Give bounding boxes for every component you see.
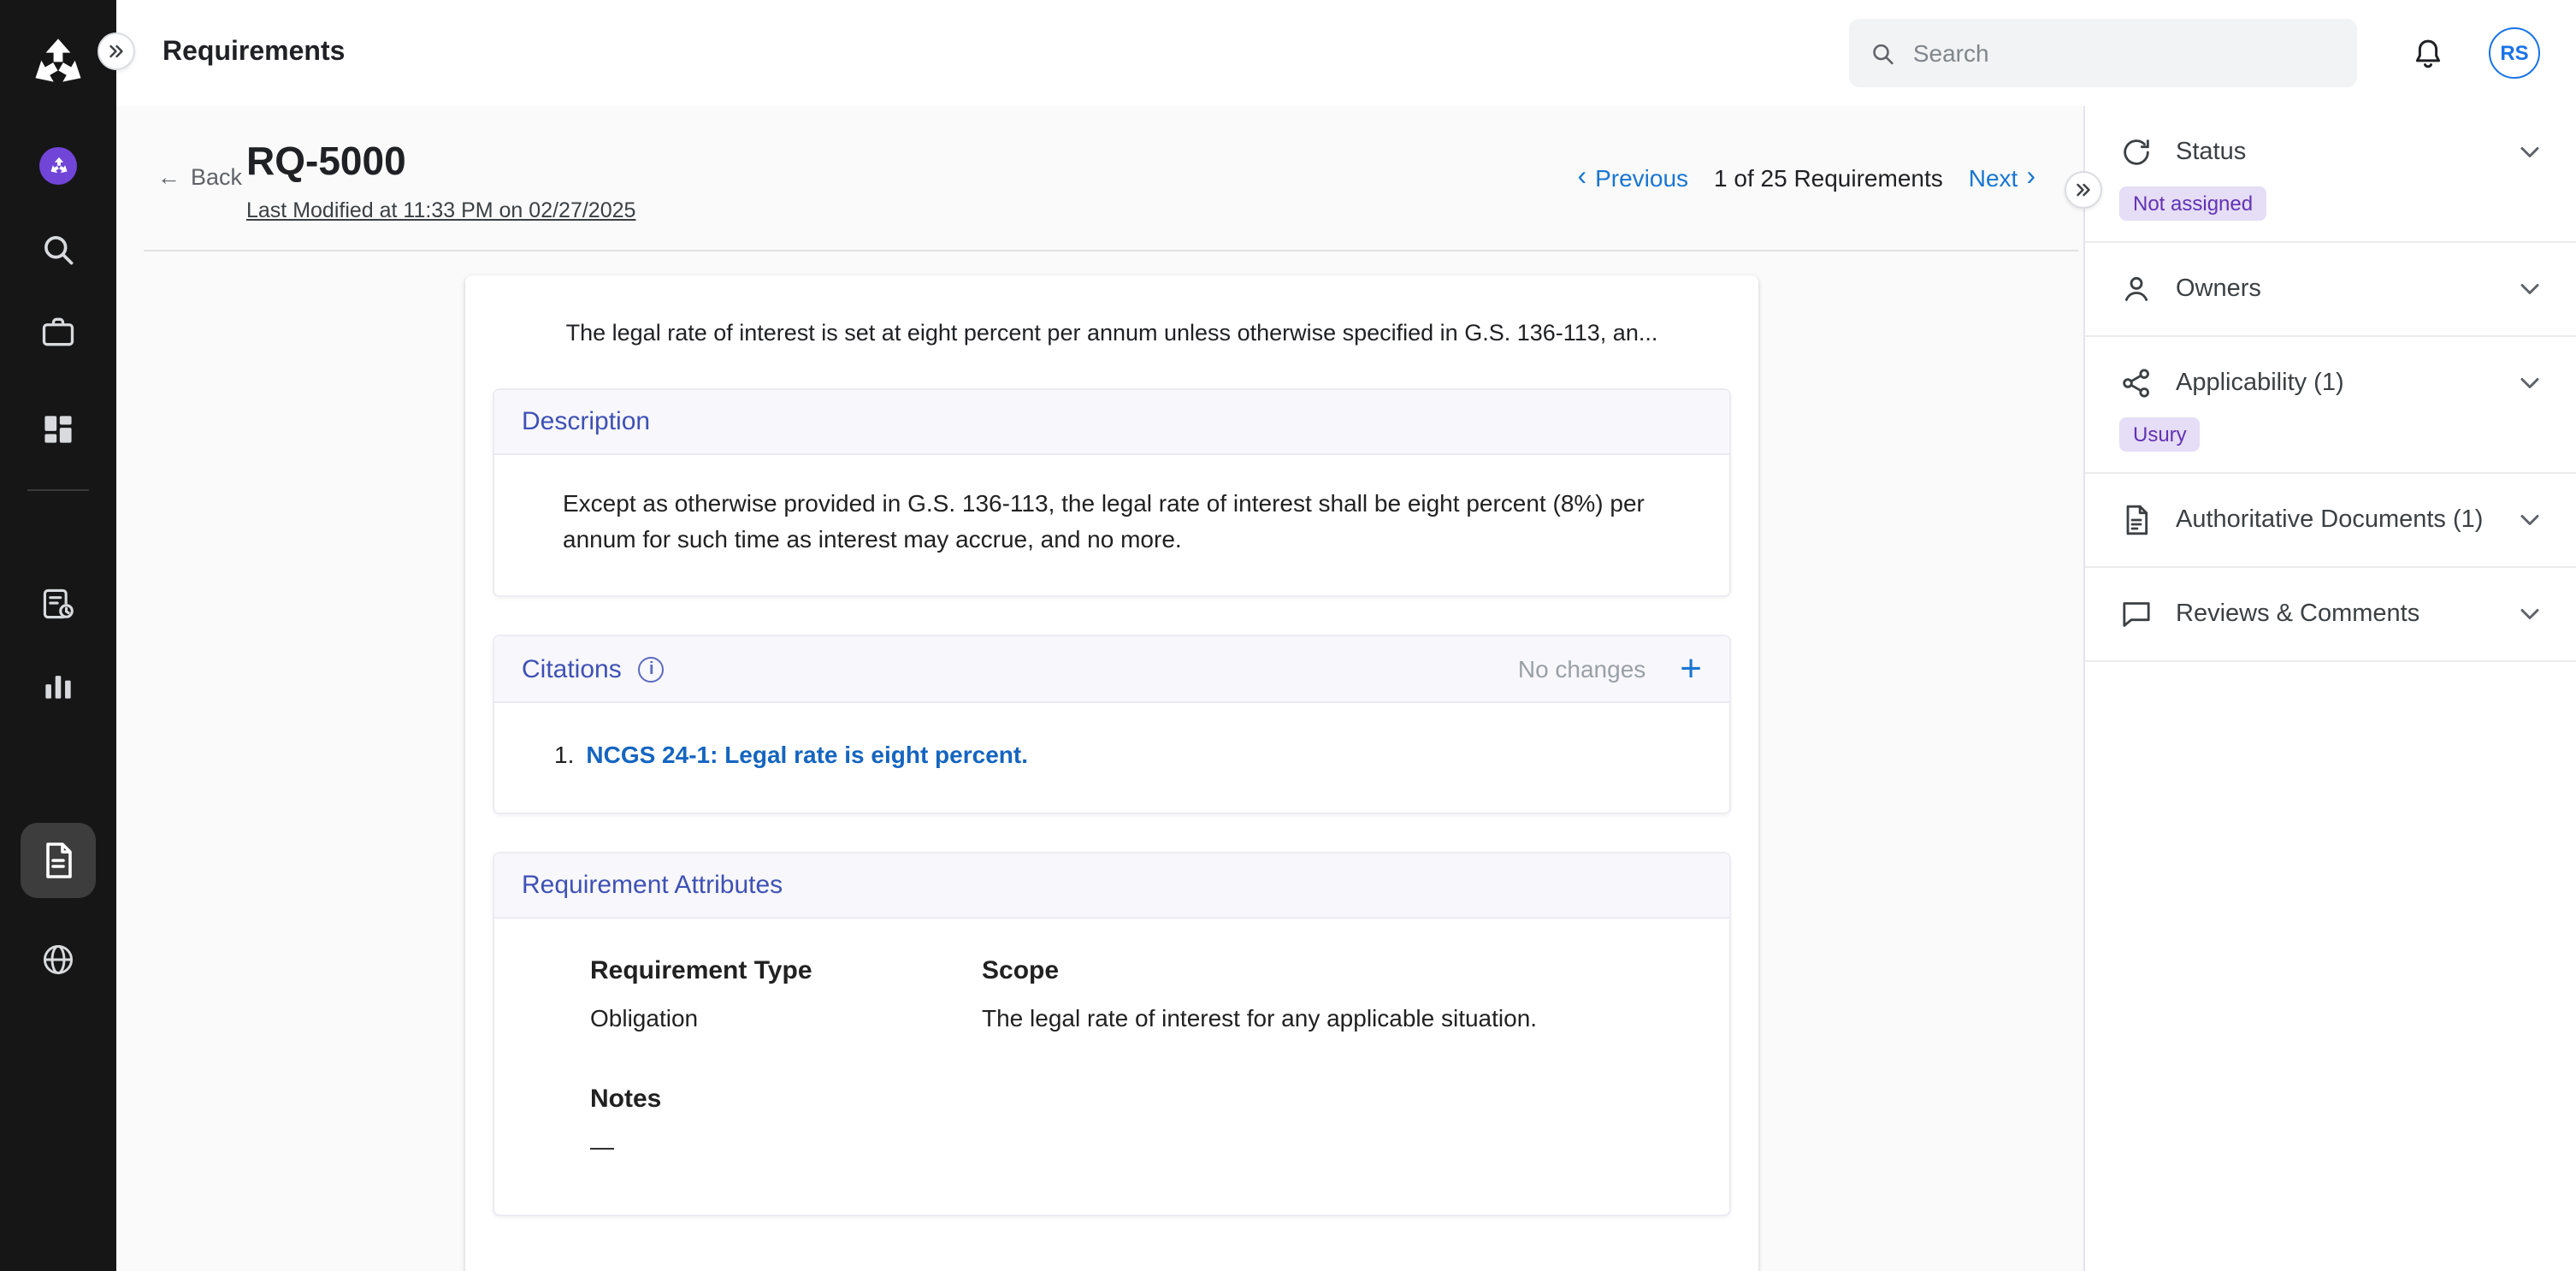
panel-section-header[interactable]: Applicability (1) [2119, 366, 2545, 400]
workspace-badge-icon[interactable] [39, 147, 77, 185]
info-icon[interactable]: i [639, 656, 665, 682]
attribute-value: Obligation [590, 1002, 982, 1036]
attributes-row: Requirement Type Obligation Scope The le… [590, 956, 1654, 1036]
page-title: Requirements [162, 38, 345, 68]
citations-heading: Citations [522, 654, 622, 683]
citation-number: 1. [554, 741, 574, 768]
description-section: Description Except as otherwise provided… [493, 388, 1731, 597]
panel-section-owners[interactable]: Owners [2085, 243, 2576, 337]
citations-section-header: Citations i No changes + [494, 636, 1729, 703]
chevron-down-icon[interactable] [2514, 505, 2545, 535]
status-badge: Not assigned [2119, 186, 2266, 221]
attribute-label: Scope [982, 956, 1537, 985]
attribute-value: — [590, 1130, 1654, 1163]
record-header: ← Back RQ-5000 Last Modified at 11:33 PM… [116, 106, 2083, 251]
attribute-label: Notes [590, 1084, 1654, 1113]
last-modified-link[interactable]: Last Modified at 11:33 PM on 02/27/2025 [246, 198, 635, 222]
chevron-right-icon: › [2026, 164, 2035, 192]
detail-side-panel: Status Not assigned Owners [2083, 106, 2576, 1271]
attributes-section: Requirement Attributes Requirement Type … [493, 852, 1731, 1216]
next-label: Next [1969, 164, 2018, 192]
description-heading: Description [522, 407, 650, 436]
panel-section-authoritative-documents[interactable]: Authoritative Documents (1) [2085, 474, 2576, 568]
pagination-count: 1 of 25 Requirements [1714, 164, 1943, 192]
search-input[interactable] [1913, 39, 2337, 67]
attribute-scope: Scope The legal rate of interest for any… [982, 956, 1537, 1036]
notifications-bell-icon[interactable] [2410, 35, 2446, 71]
attribute-requirement-type: Requirement Type Obligation [590, 956, 982, 1036]
requirement-card: The legal rate of interest is set at eig… [465, 275, 1758, 1271]
panel-section-label: Authoritative Documents (1) [2176, 506, 2514, 534]
attribute-label: Requirement Type [590, 956, 982, 985]
status-icon [2119, 135, 2154, 169]
citation-link[interactable]: NCGS 24-1: Legal rate is eight percent. [586, 741, 1028, 768]
attribute-value: The legal rate of interest for any appli… [982, 1002, 1537, 1036]
sidebar-divider [27, 489, 89, 491]
chevron-down-icon[interactable] [2514, 137, 2545, 168]
brand-logo[interactable] [24, 31, 92, 99]
panel-section-label: Applicability (1) [2176, 369, 2514, 397]
document-icon [2119, 503, 2154, 537]
panel-section-status[interactable]: Status Not assigned [2085, 106, 2576, 243]
record-id-title: RQ-5000 [246, 139, 406, 185]
header-divider [144, 250, 2078, 251]
attributes-section-header: Requirement Attributes [494, 854, 1729, 919]
no-changes-label: No changes [1518, 655, 1645, 683]
app-window: Requirements RS ← Back RQ-5000 Last Modi… [0, 0, 2576, 1271]
citations-header-actions: No changes + [1518, 653, 1702, 684]
sidebar-item-requirements-active[interactable] [21, 823, 96, 898]
double-chevron-right-icon [2073, 180, 2094, 200]
next-button[interactable]: Next › [1969, 164, 2035, 192]
panel-section-header[interactable]: Status [2119, 135, 2545, 169]
applicability-badge: Usury [2119, 417, 2201, 452]
records-clock-icon[interactable] [38, 583, 79, 624]
sidebar-search-icon[interactable] [38, 229, 79, 270]
description-body: Except as otherwise provided in G.S. 136… [494, 455, 1729, 595]
applicability-share-icon [2119, 366, 2154, 400]
attribute-notes: Notes — [590, 1084, 1654, 1163]
citations-section: Citations i No changes + 1. NCGS 24-1: L… [493, 635, 1731, 814]
chevron-down-icon[interactable] [2514, 368, 2545, 399]
panel-section-applicability[interactable]: Applicability (1) Usury [2085, 337, 2576, 474]
previous-button[interactable]: ‹ Previous [1577, 164, 1688, 192]
briefcase-icon[interactable] [38, 311, 79, 352]
attributes-body: Requirement Type Obligation Scope The le… [494, 919, 1729, 1215]
chevron-down-icon[interactable] [2514, 599, 2545, 630]
description-section-header: Description [494, 390, 1729, 455]
comment-bubble-icon [2119, 597, 2154, 631]
record-pager: ‹ Previous 1 of 25 Requirements Next › [1577, 164, 2035, 192]
panel-collapse-button[interactable] [2065, 171, 2102, 209]
panel-section-header[interactable]: Authoritative Documents (1) [2119, 503, 2545, 537]
chevron-left-icon: ‹ [1577, 164, 1586, 192]
panel-section-header[interactable]: Reviews & Comments [2119, 597, 2545, 631]
library-bars-icon[interactable] [38, 665, 79, 706]
person-icon [2119, 272, 2154, 306]
chevron-down-icon[interactable] [2514, 274, 2545, 304]
app-sidebar [0, 0, 116, 1271]
previous-label: Previous [1595, 164, 1688, 192]
requirement-title: The legal rate of interest is set at eig… [523, 320, 1700, 346]
document-report-icon [38, 840, 79, 881]
citation-item: 1. NCGS 24-1: Legal rate is eight percen… [554, 741, 1702, 768]
dashboard-icon[interactable] [38, 409, 79, 450]
back-button[interactable]: ← Back [157, 164, 242, 190]
citations-list: 1. NCGS 24-1: Legal rate is eight percen… [494, 703, 1729, 813]
back-arrow-icon: ← [157, 164, 180, 190]
back-label: Back [191, 164, 242, 190]
panel-section-label: Status [2176, 139, 2514, 166]
panel-section-label: Owners [2176, 275, 2514, 303]
double-chevron-right-icon [106, 41, 127, 62]
attributes-heading: Requirement Attributes [522, 871, 783, 900]
search-icon [1870, 38, 1896, 68]
top-bar: Requirements RS [116, 0, 2576, 106]
add-citation-button[interactable]: + [1680, 653, 1702, 684]
main-content: ← Back RQ-5000 Last Modified at 11:33 PM… [116, 106, 2083, 1271]
panel-section-header[interactable]: Owners [2119, 272, 2545, 306]
panel-section-reviews-comments[interactable]: Reviews & Comments [2085, 568, 2576, 662]
user-avatar[interactable]: RS [2489, 27, 2540, 79]
topbar-search[interactable] [1849, 19, 2357, 87]
panel-section-label: Reviews & Comments [2176, 600, 2514, 628]
sidebar-expand-button[interactable] [97, 33, 135, 70]
globe-network-icon[interactable] [38, 939, 79, 980]
